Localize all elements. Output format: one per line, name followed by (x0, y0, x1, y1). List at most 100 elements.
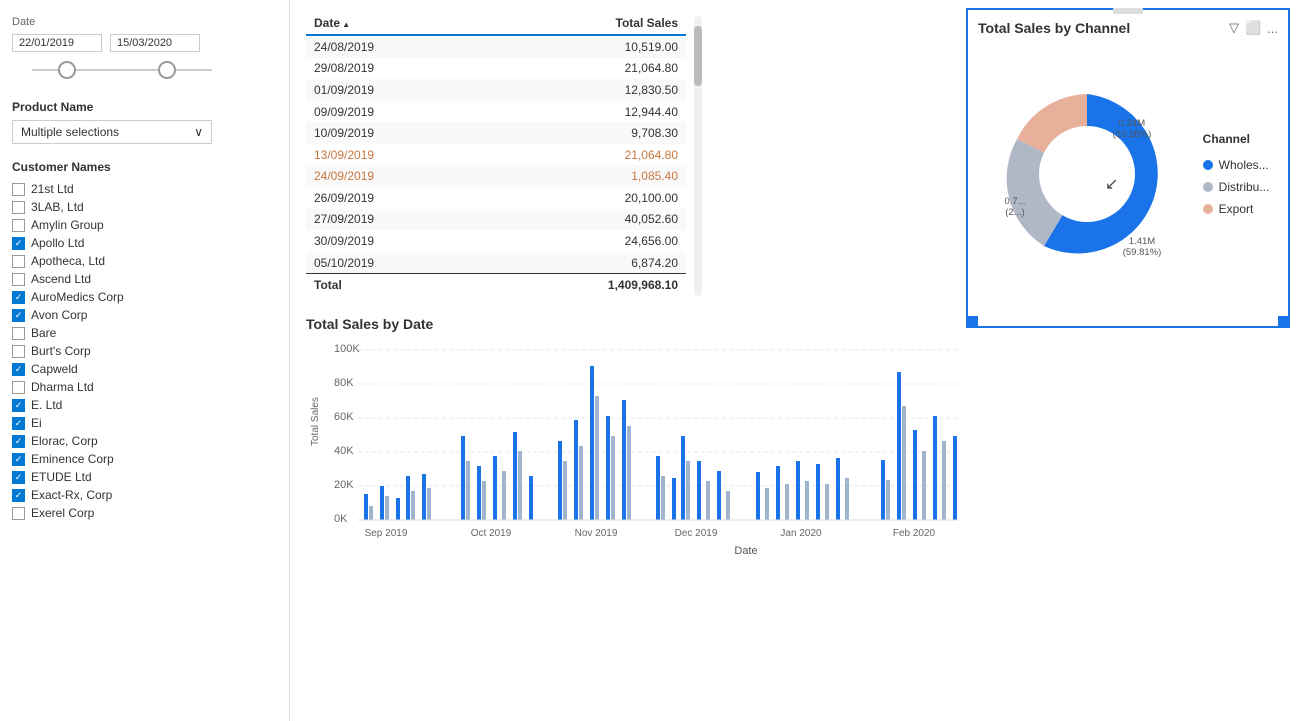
bar[interactable] (796, 461, 800, 520)
bar[interactable] (776, 466, 780, 520)
table-row[interactable]: 29/08/201921,064.80 (306, 58, 686, 80)
table-row[interactable]: 26/09/201920,100.00 (306, 187, 686, 209)
table-row[interactable]: 01/09/201912,830.50 (306, 79, 686, 101)
bar[interactable] (518, 451, 522, 520)
bar[interactable] (422, 474, 426, 520)
customer-list-item[interactable]: AuroMedics Corp (12, 288, 277, 306)
bar[interactable] (493, 456, 497, 520)
bar[interactable] (661, 476, 665, 520)
table-row[interactable]: 05/10/20196,874.20 (306, 252, 686, 274)
bar[interactable] (406, 476, 410, 520)
bar[interactable] (502, 471, 506, 520)
bar[interactable] (805, 481, 809, 520)
customer-list-item[interactable]: Burt's Corp (12, 342, 277, 360)
bar[interactable] (726, 491, 730, 520)
resize-handle-top[interactable] (1113, 8, 1143, 14)
table-row[interactable]: 30/09/201924,656.00 (306, 230, 686, 252)
bar[interactable] (579, 446, 583, 520)
customer-checkbox[interactable] (12, 381, 25, 394)
resize-handle-bottom-right[interactable] (1278, 316, 1290, 328)
table-row[interactable]: 13/09/201921,064.80 (306, 144, 686, 166)
bar[interactable] (825, 484, 829, 520)
bar[interactable] (513, 432, 517, 520)
date-range-slider[interactable] (12, 56, 277, 84)
customer-checkbox[interactable] (12, 183, 25, 196)
bar[interactable] (756, 472, 760, 520)
customer-list-item[interactable]: Bare (12, 324, 277, 342)
bar[interactable] (881, 460, 885, 520)
bar[interactable] (611, 436, 615, 520)
customer-list-item[interactable]: E. Ltd (12, 396, 277, 414)
bar[interactable] (466, 461, 470, 520)
bar[interactable] (427, 488, 431, 520)
bar[interactable] (697, 461, 701, 520)
customer-list-item[interactable]: Exact-Rx, Corp (12, 486, 277, 504)
customer-list-item[interactable]: 3LAB, Ltd (12, 198, 277, 216)
customer-checkbox[interactable] (12, 417, 25, 430)
bar[interactable] (622, 400, 626, 520)
filter-icon[interactable]: ▽ (1229, 20, 1239, 36)
customer-list-item[interactable]: Dharma Ltd (12, 378, 277, 396)
bar[interactable] (785, 484, 789, 520)
customer-list-item[interactable]: Exerel Corp (12, 504, 277, 522)
bar[interactable] (717, 471, 721, 520)
bar[interactable] (706, 481, 710, 520)
table-col-date[interactable]: Date (306, 12, 484, 35)
customer-checkbox[interactable] (12, 255, 25, 268)
table-row[interactable]: 24/09/20191,085.40 (306, 165, 686, 187)
bar[interactable] (477, 466, 481, 520)
customer-checkbox[interactable] (12, 327, 25, 340)
customer-list-item[interactable]: Elorac, Corp (12, 432, 277, 450)
bar[interactable] (529, 476, 533, 520)
customer-list-item[interactable]: Avon Corp (12, 306, 277, 324)
frame-icon[interactable]: ⬜ (1245, 20, 1261, 36)
table-row[interactable]: 24/08/201910,519.00 (306, 35, 686, 58)
customer-list-item[interactable]: Amylin Group (12, 216, 277, 234)
bar[interactable] (369, 506, 373, 520)
bar[interactable] (765, 488, 769, 520)
bar[interactable] (672, 478, 676, 520)
table-scrollbar[interactable] (694, 16, 702, 296)
customer-list-item[interactable]: Apotheca, Ltd (12, 252, 277, 270)
bar[interactable] (933, 416, 937, 520)
bar[interactable] (816, 464, 820, 520)
more-options-icon[interactable]: ... (1267, 21, 1278, 36)
bar[interactable] (411, 491, 415, 520)
bar[interactable] (385, 496, 389, 520)
customer-checkbox[interactable] (12, 435, 25, 448)
bar[interactable] (364, 494, 368, 520)
bar[interactable] (627, 426, 631, 520)
table-row[interactable]: 10/09/20199,708.30 (306, 122, 686, 144)
bar[interactable] (681, 436, 685, 520)
bar[interactable] (380, 486, 384, 520)
bar[interactable] (656, 456, 660, 520)
customer-checkbox[interactable] (12, 507, 25, 520)
customer-checkbox[interactable] (12, 471, 25, 484)
bar[interactable] (922, 451, 926, 520)
bar[interactable] (886, 480, 890, 520)
bar[interactable] (942, 441, 946, 520)
bar[interactable] (897, 372, 901, 520)
customer-list-item[interactable]: Capweld (12, 360, 277, 378)
bar[interactable] (913, 430, 917, 520)
customer-checkbox[interactable] (12, 201, 25, 214)
customer-checkbox[interactable] (12, 489, 25, 502)
customer-checkbox[interactable] (12, 453, 25, 466)
bar[interactable] (845, 478, 849, 520)
bar[interactable] (574, 420, 578, 520)
customer-checkbox[interactable] (12, 399, 25, 412)
bar[interactable] (686, 461, 690, 520)
customer-checkbox[interactable] (12, 309, 25, 322)
bar[interactable] (563, 461, 567, 520)
customer-checkbox[interactable] (12, 273, 25, 286)
table-col-sales[interactable]: Total Sales (484, 12, 686, 35)
customer-list-item[interactable]: ETUDE Ltd (12, 468, 277, 486)
customer-checkbox[interactable] (12, 237, 25, 250)
customer-list-item[interactable]: 21st Ltd (12, 180, 277, 198)
customer-checkbox[interactable] (12, 291, 25, 304)
customer-list-item[interactable]: Ascend Ltd (12, 270, 277, 288)
customer-list-item[interactable]: Eminence Corp (12, 450, 277, 468)
table-scrollbar-thumb[interactable] (694, 26, 702, 86)
date-to-input[interactable] (110, 34, 200, 52)
bar[interactable] (902, 406, 906, 520)
